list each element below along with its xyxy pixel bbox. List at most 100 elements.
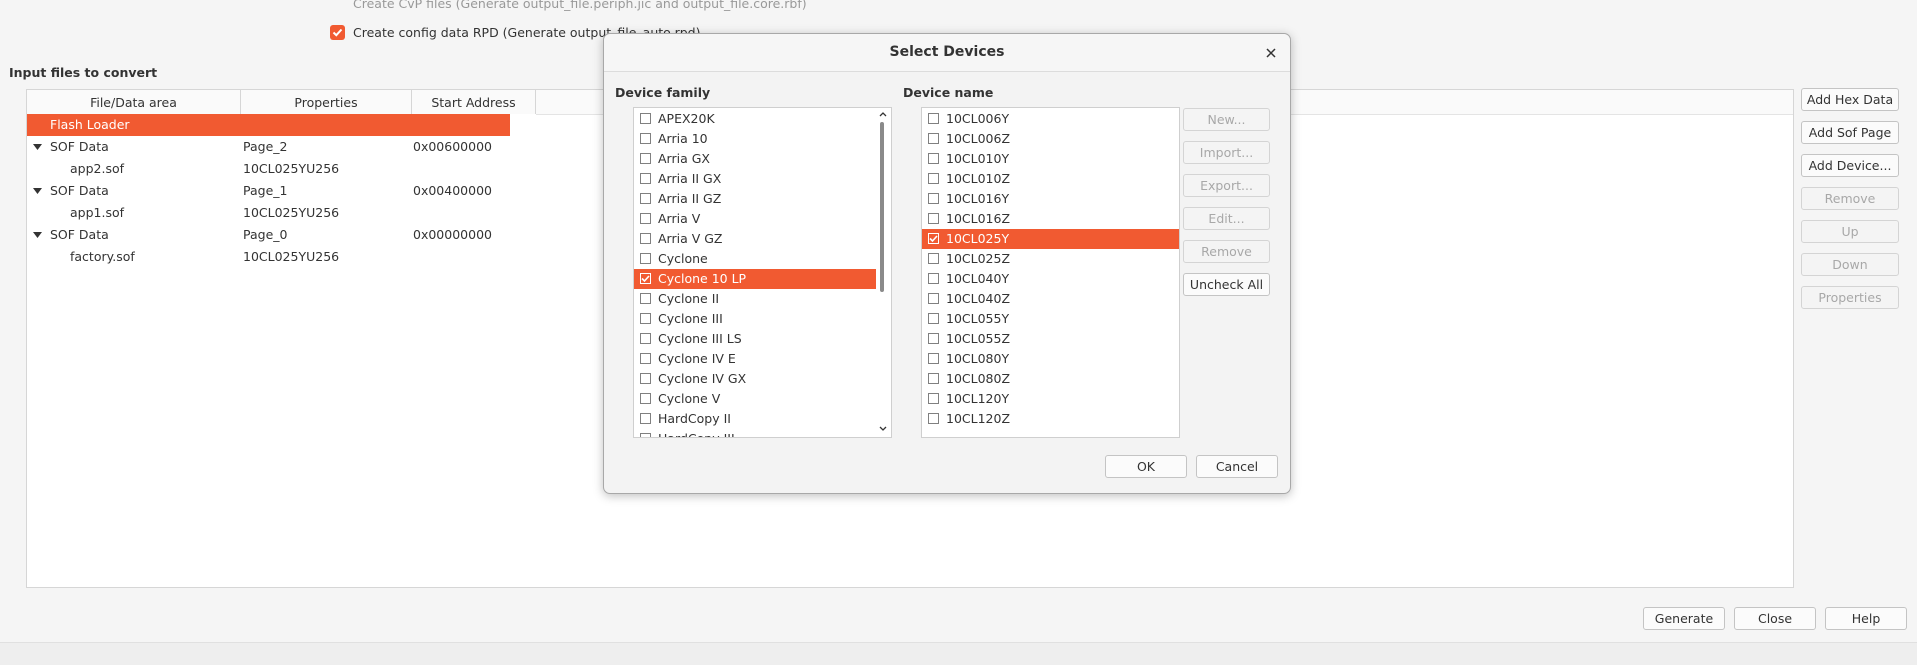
checkbox[interactable] xyxy=(928,353,939,364)
checkbox[interactable] xyxy=(928,173,939,184)
checkbox[interactable] xyxy=(928,333,939,344)
family-list-item[interactable]: HardCopy II xyxy=(634,409,876,429)
checkbox[interactable] xyxy=(928,153,939,164)
checkbox[interactable] xyxy=(640,153,651,164)
device-list-item[interactable]: 10CL080Z xyxy=(922,369,1179,389)
family-list-item[interactable]: Arria V GZ xyxy=(634,229,876,249)
family-list-item[interactable]: HardCopy III xyxy=(634,429,876,437)
up-button[interactable]: Up xyxy=(1801,220,1899,243)
family-list-item[interactable]: Cyclone IV GX xyxy=(634,369,876,389)
family-list-item[interactable]: Cyclone IV E xyxy=(634,349,876,369)
help-button[interactable]: Help xyxy=(1825,607,1907,630)
add-hex-data-button[interactable]: Add Hex Data xyxy=(1801,88,1899,111)
family-scrollbar[interactable] xyxy=(876,108,891,437)
triangle-down-icon[interactable] xyxy=(33,144,42,150)
family-list-item[interactable]: APEX20K xyxy=(634,109,876,129)
device-list-item[interactable]: 10CL055Z xyxy=(922,329,1179,349)
checkbox[interactable] xyxy=(928,413,939,424)
table-row[interactable]: SOF Data Page_1 0x00400000 xyxy=(27,180,510,202)
checkbox[interactable] xyxy=(928,133,939,144)
checkbox[interactable] xyxy=(928,393,939,404)
generate-button[interactable]: Generate xyxy=(1643,607,1725,630)
family-list-item[interactable]: Arria GX xyxy=(634,149,876,169)
close-button[interactable]: Close xyxy=(1734,607,1816,630)
triangle-down-icon[interactable] xyxy=(33,232,42,238)
table-row[interactable]: app2.sof 10CL025YU256 xyxy=(27,158,510,180)
family-list-item[interactable]: Arria 10 xyxy=(634,129,876,149)
cancel-button[interactable]: Cancel xyxy=(1196,455,1278,478)
family-list-item[interactable]: Cyclone III xyxy=(634,309,876,329)
add-device-button[interactable]: Add Device... xyxy=(1801,154,1899,177)
checkbox[interactable] xyxy=(928,113,939,124)
checkbox[interactable] xyxy=(928,273,939,284)
checkbox[interactable] xyxy=(640,133,651,144)
family-list-item[interactable]: Arria II GX xyxy=(634,169,876,189)
properties-button[interactable]: Properties xyxy=(1801,286,1899,309)
checkbox[interactable] xyxy=(928,313,939,324)
checkbox[interactable] xyxy=(640,433,651,437)
family-list-item[interactable]: Cyclone 10 LP xyxy=(634,269,876,289)
import-button[interactable]: Import... xyxy=(1183,141,1270,164)
ok-button[interactable]: OK xyxy=(1105,455,1187,478)
remove-button[interactable]: Remove xyxy=(1801,187,1899,210)
rpd-option-checkbox[interactable] xyxy=(330,25,345,40)
device-list-item[interactable]: 10CL016Z xyxy=(922,209,1179,229)
device-list-item[interactable]: 10CL025Z xyxy=(922,249,1179,269)
checkbox[interactable] xyxy=(928,293,939,304)
checkbox[interactable] xyxy=(928,253,939,264)
checkbox[interactable] xyxy=(640,313,651,324)
device-list-item[interactable]: 10CL040Y xyxy=(922,269,1179,289)
checkbox[interactable] xyxy=(640,233,651,244)
uncheck-all-button[interactable]: Uncheck All xyxy=(1183,273,1270,296)
checkbox[interactable] xyxy=(928,193,939,204)
checkbox[interactable] xyxy=(640,353,651,364)
checkbox[interactable] xyxy=(640,213,651,224)
column-header-properties[interactable]: Properties xyxy=(241,90,412,114)
device-list-item[interactable]: 10CL010Y xyxy=(922,149,1179,169)
checkbox[interactable] xyxy=(640,113,651,124)
checkbox[interactable] xyxy=(640,413,651,424)
chevron-up-icon[interactable] xyxy=(879,111,887,117)
family-list-item[interactable]: Arria V xyxy=(634,209,876,229)
device-list-item[interactable]: 10CL016Y xyxy=(922,189,1179,209)
family-list-item[interactable]: Arria II GZ xyxy=(634,189,876,209)
checkbox[interactable] xyxy=(640,273,651,284)
checkbox[interactable] xyxy=(928,373,939,384)
family-list-item[interactable]: Cyclone III LS xyxy=(634,329,876,349)
add-sof-page-button[interactable]: Add Sof Page xyxy=(1801,121,1899,144)
table-row[interactable]: SOF Data Page_0 0x00000000 xyxy=(27,224,510,246)
device-name-list[interactable]: 10CL006Y 10CL006Z 10CL010Y 10CL010Z 10CL016Y… xyxy=(921,107,1180,438)
table-row[interactable]: app1.sof 10CL025YU256 xyxy=(27,202,510,224)
close-icon[interactable] xyxy=(1266,48,1276,58)
column-header-address[interactable]: Start Address xyxy=(412,90,536,114)
down-button[interactable]: Down xyxy=(1801,253,1899,276)
checkbox[interactable] xyxy=(928,233,939,244)
device-list-item[interactable]: 10CL120Y xyxy=(922,389,1179,409)
checkbox[interactable] xyxy=(640,193,651,204)
family-list-item[interactable]: Cyclone II xyxy=(634,289,876,309)
new-button[interactable]: New... xyxy=(1183,108,1270,131)
device-list-item[interactable]: 10CL120Z xyxy=(922,409,1179,429)
device-list-item[interactable]: 10CL080Y xyxy=(922,349,1179,369)
triangle-down-icon[interactable] xyxy=(33,188,42,194)
device-list-item[interactable]: 10CL006Z xyxy=(922,129,1179,149)
family-list-item[interactable]: Cyclone xyxy=(634,249,876,269)
checkbox[interactable] xyxy=(640,173,651,184)
chevron-down-icon[interactable] xyxy=(879,426,887,432)
device-family-list[interactable]: APEX20K Arria 10 Arria GX Arria II GX Arria … xyxy=(633,107,892,438)
device-list-item[interactable]: 10CL040Z xyxy=(922,289,1179,309)
table-row[interactable]: factory.sof 10CL025YU256 xyxy=(27,246,510,268)
device-list-item[interactable]: 10CL025Y xyxy=(922,229,1179,249)
device-list-item[interactable]: 10CL010Z xyxy=(922,169,1179,189)
scrollbar-thumb[interactable] xyxy=(880,122,884,292)
checkbox[interactable] xyxy=(640,293,651,304)
checkbox[interactable] xyxy=(640,393,651,404)
checkbox[interactable] xyxy=(640,373,651,384)
table-row[interactable]: SOF Data Page_2 0x00600000 xyxy=(27,136,510,158)
column-header-file[interactable]: File/Data area xyxy=(27,90,241,114)
device-list-item[interactable]: 10CL055Y xyxy=(922,309,1179,329)
edit-button[interactable]: Edit... xyxy=(1183,207,1270,230)
checkbox[interactable] xyxy=(640,333,651,344)
export-button[interactable]: Export... xyxy=(1183,174,1270,197)
device-list-item[interactable]: 10CL006Y xyxy=(922,109,1179,129)
